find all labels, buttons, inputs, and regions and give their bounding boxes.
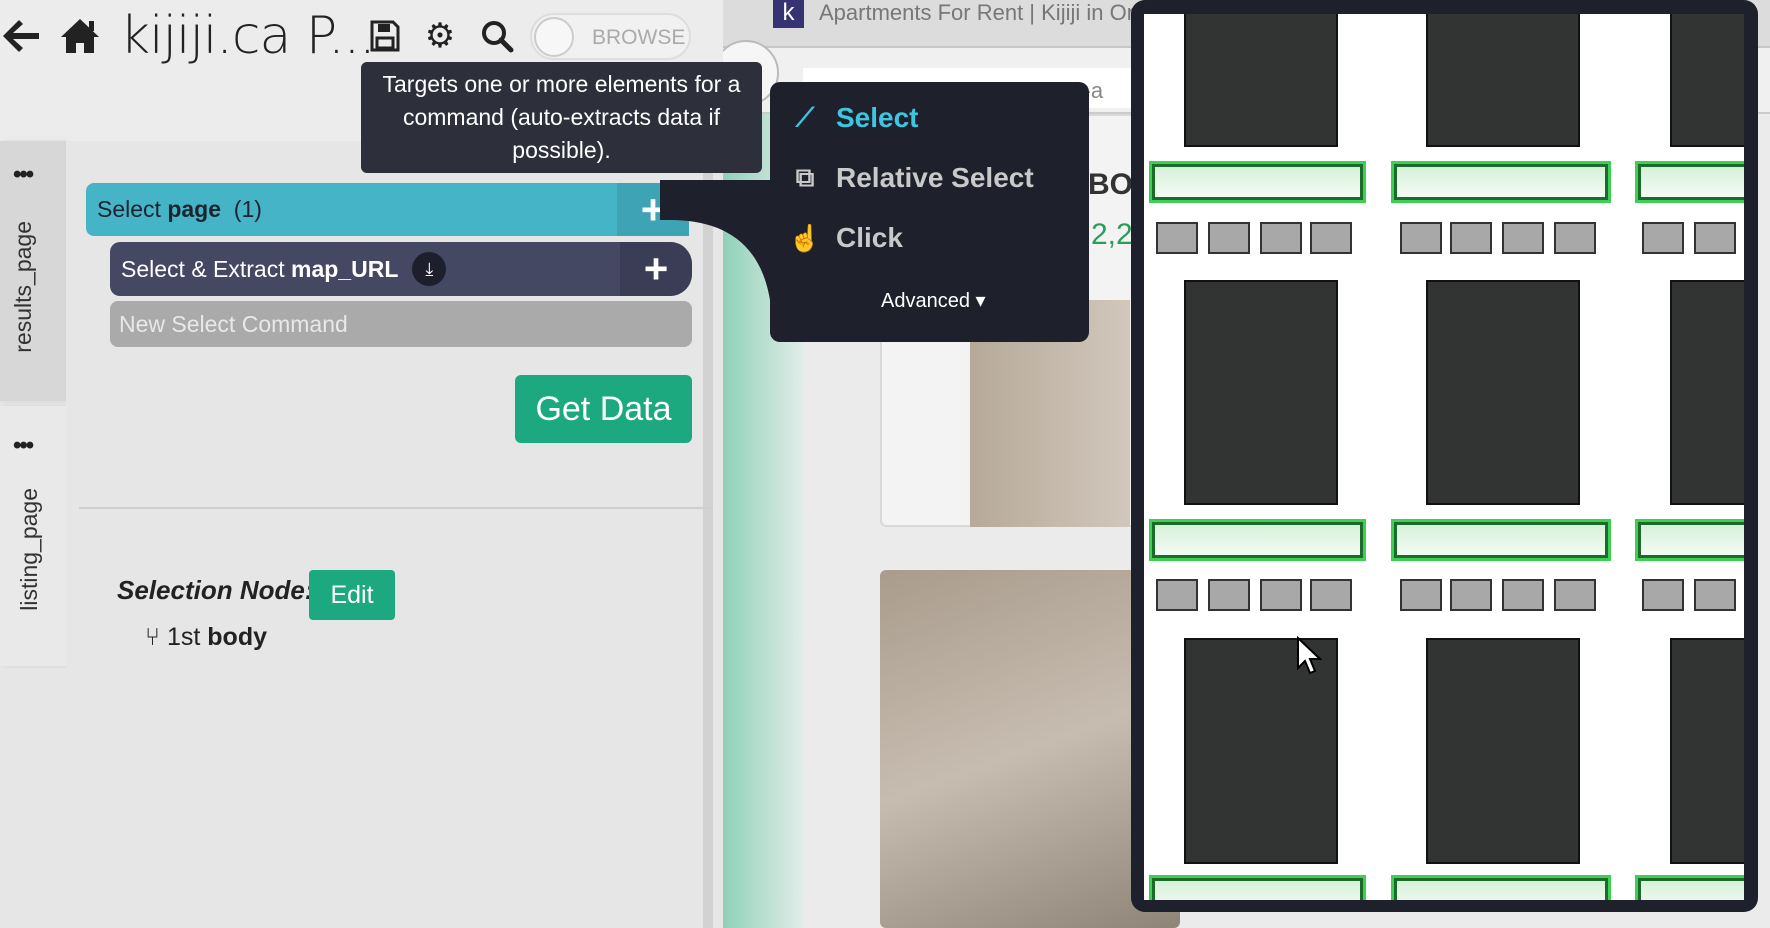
preview-thumbnail-block [1156, 222, 1198, 254]
preview-thumbnail-block [1502, 579, 1544, 611]
selection-preview [1144, 14, 1744, 900]
highlighted-element [1394, 878, 1608, 900]
get-data-button[interactable]: Get Data [515, 375, 692, 443]
preview-thumbnail-block [1450, 222, 1492, 254]
menu-item-click[interactable]: ☝ Click [788, 222, 903, 254]
preview-thumbnail-block [1400, 579, 1442, 611]
menu-connector [660, 180, 770, 300]
preview-thumbnail-block [1156, 579, 1198, 611]
menu-item-relative-select[interactable]: ⧉ Relative Select [788, 162, 1034, 194]
browser-tab[interactable]: Apartments For Rent | Kijiji in Onta [819, 0, 1157, 26]
tooltip: Targets one or more elements for a comma… [361, 62, 762, 173]
more-icon[interactable]: ••• [13, 432, 34, 460]
preview-thumbnail-block [1310, 222, 1352, 254]
magic-wand-icon: ⟋ [795, 102, 815, 132]
highlighted-element [1152, 164, 1363, 200]
match-count: (1) [233, 196, 262, 222]
advanced-dropdown[interactable]: Advanced ▾ [881, 288, 986, 313]
menu-item-select[interactable]: ⟋ Select [788, 102, 919, 134]
caret-down-icon: ▾ [975, 290, 986, 312]
tab-label: results_page [10, 221, 36, 353]
command-target: map_URL [291, 255, 399, 282]
highlighted-element [1152, 878, 1363, 900]
preview-image-block [1426, 638, 1580, 864]
highlighted-element [1638, 522, 1744, 558]
gear-icon[interactable]: ⚙ [422, 14, 458, 58]
highlighted-element [1394, 164, 1608, 200]
pointer-hand-icon: ☝ [788, 222, 822, 253]
relative-select-icon: ⧉ [795, 162, 815, 192]
highlighted-element [1394, 522, 1608, 558]
preview-thumbnail-block [1642, 579, 1684, 611]
preview-image-block [1184, 280, 1338, 505]
preview-image-block [1426, 14, 1580, 147]
home-icon[interactable] [58, 14, 102, 58]
recipe-title[interactable]: kijiji.ca P... [120, 6, 376, 66]
browse-toggle[interactable]: BROWSE [530, 13, 691, 60]
new-select-command-input[interactable]: New Select Command [110, 301, 692, 347]
command-target: page [167, 196, 222, 222]
command-type: Select & Extract [121, 255, 285, 282]
command-menu: ⟋ Select ⧉ Relative Select ☝ Click Advanced… [770, 82, 1089, 342]
mouse-cursor-icon [1297, 636, 1322, 675]
menu-item-label: Select [836, 102, 919, 133]
branch-icon: ⑂ [145, 623, 161, 651]
selection-node-label: Selection Node: [117, 575, 314, 605]
node-ordinal: 1st [166, 623, 201, 651]
preview-thumbnail-block [1260, 222, 1302, 254]
preview-thumbnail-block [1400, 222, 1442, 254]
highlighted-element [1638, 878, 1744, 900]
preview-thumbnail-block [1208, 579, 1250, 611]
kijiji-favicon: k [773, 0, 804, 28]
command-type: Select [97, 196, 161, 222]
select-extract-command[interactable]: Select & Extract map_URL ⤓ + [110, 242, 692, 296]
toggle-label: BROWSE [592, 26, 686, 49]
download-icon[interactable]: ⤓ [412, 252, 447, 286]
menu-item-label: Click [836, 222, 903, 253]
preview-thumbnail-block [1554, 222, 1596, 254]
edit-button[interactable]: Edit [309, 570, 395, 620]
highlighted-element [1638, 164, 1744, 200]
selection-node-path[interactable]: ⑂ 1st body [145, 623, 267, 652]
more-icon[interactable]: ••• [13, 161, 34, 189]
preview-image-block [1670, 280, 1744, 505]
preview-image-block [1184, 14, 1338, 147]
preview-thumbnail-block [1694, 579, 1736, 611]
preview-thumbnail-block [1260, 579, 1302, 611]
menu-item-label: Relative Select [836, 162, 1034, 193]
preview-thumbnail-block [1642, 222, 1684, 254]
preview-thumbnail-block [1502, 222, 1544, 254]
tab-results-page[interactable]: ••• results_page [0, 141, 66, 401]
preview-thumbnail-block [1310, 579, 1352, 611]
advanced-label: Advanced [881, 290, 970, 312]
divider [79, 507, 713, 509]
tab-label: listing_page [16, 488, 42, 611]
save-icon[interactable] [368, 14, 402, 58]
preview-image-block [1670, 638, 1744, 864]
node-tag: body [207, 623, 267, 651]
preview-thumbnail-block [1450, 579, 1492, 611]
listing-price: 2,2 [1091, 218, 1133, 251]
back-arrow-icon[interactable] [0, 14, 42, 58]
toggle-knob [534, 17, 574, 57]
preview-thumbnail-block [1208, 222, 1250, 254]
preview-image-block [1426, 280, 1580, 505]
highlighted-element [1152, 522, 1363, 558]
preview-thumbnail-block [1554, 579, 1596, 611]
preview-image-block [1670, 14, 1744, 147]
select-page-command[interactable]: Select page (1) + [86, 183, 689, 236]
preview-thumbnail-block [1694, 222, 1736, 254]
search-icon[interactable] [478, 14, 516, 58]
